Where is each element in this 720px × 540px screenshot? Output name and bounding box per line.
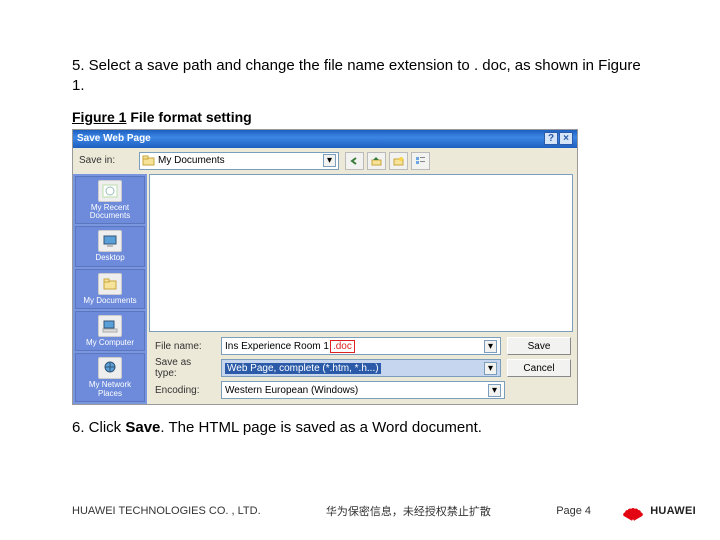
new-folder-button[interactable]: [389, 152, 408, 170]
savein-row: Save in: My Documents ▾: [73, 148, 577, 174]
saveastype-label: Save as type:: [149, 357, 215, 379]
figure-title: File format setting: [126, 109, 251, 125]
place-computer[interactable]: My Computer: [75, 311, 145, 351]
step-5: 5. Select a save path and change the fil…: [72, 56, 648, 97]
chevron-down-icon: ▾: [484, 340, 497, 353]
savein-value: My Documents: [158, 155, 225, 166]
help-button[interactable]: ?: [544, 132, 558, 145]
up-button[interactable]: [367, 152, 386, 170]
place-label: My Documents: [83, 297, 136, 305]
title-text: Save Web Page: [77, 133, 543, 144]
save-word: Save: [125, 419, 160, 436]
encoding-value: Western European (Windows): [225, 385, 358, 396]
place-documents[interactable]: My Documents: [75, 269, 145, 309]
confidential: 华为保密信息，未经授权禁止扩散: [261, 503, 557, 519]
place-label: My Network Places: [77, 381, 143, 398]
new-folder-icon: [393, 156, 404, 166]
place-label: My Recent Documents: [77, 204, 143, 221]
file-pane[interactable]: [149, 174, 573, 333]
footer: HUAWEI TECHNOLOGIES CO. , LTD. 华为保密信息，未经…: [0, 496, 720, 526]
place-desktop[interactable]: Desktop: [75, 226, 145, 266]
network-icon: [102, 361, 118, 375]
recent-icon: [102, 184, 118, 198]
brand-text: HUAWEI: [650, 505, 696, 517]
figure-caption: Figure 1 File format setting: [72, 109, 648, 125]
company: HUAWEI TECHNOLOGIES CO. , LTD.: [72, 505, 261, 517]
up-icon: [371, 156, 382, 166]
documents-icon: [102, 277, 118, 291]
saveastype-value: Web Page, complete (*.htm, *.h...): [225, 363, 381, 374]
help-icon: ?: [548, 133, 554, 144]
folder-icon: [142, 155, 155, 166]
back-button[interactable]: [345, 152, 364, 170]
encoding-dropdown[interactable]: Western European (Windows) ▾: [221, 381, 505, 399]
filename-ext-highlight: .doc: [330, 340, 355, 353]
place-label: My Computer: [86, 339, 134, 347]
figure-label: Figure 1: [72, 109, 126, 125]
save-button[interactable]: Save: [507, 337, 571, 355]
views-icon: [415, 156, 426, 166]
page-number: Page 4: [556, 505, 620, 517]
views-button[interactable]: [411, 152, 430, 170]
place-recent[interactable]: My Recent Documents: [75, 176, 145, 225]
huawei-logo: HUAWEI: [620, 501, 696, 521]
chevron-down-icon: ▾: [488, 384, 501, 397]
close-icon: ×: [563, 133, 569, 144]
cancel-button[interactable]: Cancel: [507, 359, 571, 377]
close-button[interactable]: ×: [559, 132, 573, 145]
computer-icon: [102, 319, 118, 333]
filename-value: Ins Experience Room 1: [225, 341, 329, 352]
filename-label: File name:: [149, 341, 215, 352]
filename-input[interactable]: Ins Experience Room 1 .doc ▾: [221, 337, 501, 355]
desktop-icon: [102, 234, 118, 248]
step-6: 6. Click Save. The HTML page is saved as…: [72, 419, 648, 436]
place-label: Desktop: [95, 254, 124, 262]
chevron-down-icon: ▾: [323, 154, 336, 167]
petals-icon: [620, 501, 646, 521]
savein-label: Save in:: [79, 155, 139, 166]
title-bar: Save Web Page ? ×: [73, 130, 577, 148]
places-bar: My Recent Documents Desktop My Documents…: [73, 174, 147, 405]
savein-dropdown[interactable]: My Documents ▾: [139, 152, 339, 170]
chevron-down-icon: ▾: [484, 362, 497, 375]
back-icon: [350, 156, 360, 166]
save-dialog: Save Web Page ? × Save in: My Documents …: [72, 129, 578, 406]
place-network[interactable]: My Network Places: [75, 353, 145, 402]
saveastype-dropdown[interactable]: Web Page, complete (*.htm, *.h...) ▾: [221, 359, 501, 377]
encoding-label: Encoding:: [149, 385, 215, 396]
